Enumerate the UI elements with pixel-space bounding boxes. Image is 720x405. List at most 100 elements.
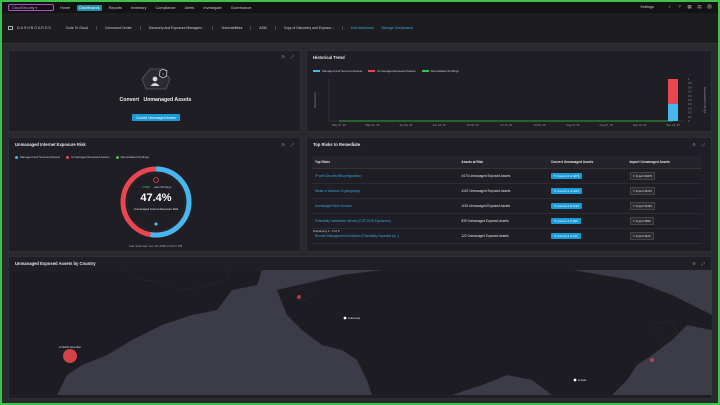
dashboard-tab[interactable]: Code To Cloud: [66, 26, 97, 30]
import-button[interactable]: ⇪ Import ▾ 1191: [629, 202, 655, 210]
import-button[interactable]: ⇪ Import ▾ 839: [629, 217, 654, 225]
legend-swatch: [421, 69, 429, 73]
y-right-tick-label: 0.5: [688, 98, 692, 102]
risk-link[interactable]: Unmanaged Web Domain: [312, 198, 459, 214]
convert-button[interactable]: ✎ Convert 4 of 839: [550, 217, 581, 225]
nav-alerts[interactable]: Alerts: [183, 5, 197, 11]
nav-compliance[interactable]: Compliance: [154, 5, 178, 11]
column-header[interactable]: Top Risks: [312, 156, 459, 169]
dashboard-bar: DASHBOARDS Code To Cloud Command Center Di…: [2, 13, 718, 44]
nav-investigate[interactable]: Investigate: [201, 5, 223, 11]
import-cell: ⇪ Import ▾ 4167: [626, 183, 702, 199]
table-header-row: Top Risks Assets at Risk Convert Unmanaged…: [312, 156, 702, 169]
dashboard-tab[interactable]: Copy of Discovery and Exposur...: [284, 26, 343, 30]
column-header[interactable]: Import Unmanaged Assets: [626, 156, 702, 169]
nav-home[interactable]: Home: [58, 5, 72, 11]
import-count: 122: [645, 234, 651, 238]
risk-percent: 47.4%: [140, 192, 172, 204]
import-button[interactable]: ⇪ Import ▾ 122: [629, 232, 654, 240]
x-tick-label: Jun 04, 25: [399, 123, 413, 127]
assets-at-risk: 122 Unmanaged Exposed Assets: [458, 228, 548, 244]
x-tick-label: Jun 18, 25: [433, 123, 447, 127]
expand-icon[interactable]: ⤢: [291, 54, 294, 59]
risk-link[interactable]: IP with Security Misconfiguration: [312, 168, 459, 184]
y-right-tick-label: 0: [688, 119, 690, 123]
panel-title: Unmanaged Exposed Assets by Country: [15, 261, 96, 266]
apps-icon[interactable]: ▦: [687, 4, 692, 9]
convert-button[interactable]: ✎ Convert 4 of 4167: [550, 187, 583, 195]
svg-text:!: !: [162, 71, 163, 76]
table-row: Unmanaged Web Domain 1191 Unmanaged Expos…: [312, 198, 702, 214]
convert-heading: Convert Unmanaged Assets: [119, 97, 192, 103]
settings-icon[interactable]: ⚙: [692, 261, 696, 266]
nav-governance[interactable]: Governance: [229, 5, 254, 11]
expand-icon[interactable]: ⤢: [291, 142, 294, 147]
risk-link[interactable]: Remote Management Interfaces (Potentiall…: [312, 228, 459, 244]
map-marker[interactable]: [297, 295, 301, 299]
map-marker-label: ● Asia: [578, 378, 587, 382]
column-header[interactable]: Convert Unmanaged Assets: [547, 156, 627, 169]
column-header[interactable]: Assets at Risk: [458, 156, 548, 169]
y-right-tick-label: 0.9: [688, 81, 692, 85]
nav-dashboards[interactable]: Dashboards: [77, 4, 102, 11]
help-icon[interactable]: ?: [677, 4, 682, 9]
last-scanned: Last Scanned: Jun 18, 2025 4:29:07 PM: [128, 244, 183, 248]
legend-item[interactable]: Managed and Secured Assets: [15, 155, 60, 159]
y-right-tick-label: 0.3: [688, 106, 692, 110]
import-label: ⇪ Import ▾: [632, 234, 646, 238]
legend-swatch: [66, 155, 70, 159]
legend-label: Managed and Secured Assets: [20, 155, 61, 159]
map-marker[interactable]: [63, 349, 77, 363]
dashboard-tab[interactable]: Command Center: [105, 26, 141, 30]
convert-cell: ✎ Convert 4 of 4473: [547, 168, 627, 184]
risk-trend: ↓ 0.0% Last 30 Days: [140, 185, 172, 189]
product-switcher[interactable]: CloudSecurity ▾: [8, 4, 54, 11]
settings-icon[interactable]: ⚙: [281, 142, 285, 147]
convert-button[interactable]: ✎ Convert 4 of 4473: [550, 172, 583, 180]
map-marker[interactable]: [573, 378, 577, 382]
x-tick-label: Aug 13, 25: [566, 123, 580, 127]
risk-link[interactable]: Potentially Vulnerable Service (CVE 2025…: [312, 213, 459, 229]
y-right-tick-label: 0.2: [688, 111, 692, 115]
map-marker[interactable]: [343, 316, 347, 320]
risk-link[interactable]: Weak or Insecure Cryptography: [312, 183, 459, 199]
legend-item[interactable]: Unmanaged Exposed Assets: [66, 155, 110, 159]
news-icon[interactable]: ▤: [697, 4, 702, 9]
bell-icon[interactable]: ♪: [667, 4, 672, 9]
bar-managed[interactable]: [668, 103, 678, 121]
top-right-tools: Settings ♪ ? ▦ ▤: [640, 4, 712, 9]
convert-cell: ✎ Convert 4 of 4167: [547, 183, 627, 199]
dashboards-title: DASHBOARDS: [8, 26, 52, 30]
nav-reports[interactable]: Reports: [107, 5, 124, 11]
settings-link[interactable]: Settings: [640, 5, 654, 9]
world-map[interactable]: ● North America ● Europe ● Asia: [12, 270, 712, 395]
import-button[interactable]: ⇪ Import ▾ 4167: [629, 187, 656, 195]
import-count: 1191: [645, 204, 652, 208]
expand-icon[interactable]: ⤢: [702, 142, 705, 147]
table-row: Remote Management Interfaces (Potentiall…: [312, 228, 702, 244]
risk-caption: Unmanaged Internet Exposure Risk: [133, 207, 179, 211]
dashboard-tab[interactable]: ASM: [259, 26, 276, 30]
map-marker[interactable]: [650, 358, 654, 362]
nav-inventory[interactable]: Inventory: [129, 5, 149, 11]
convert-button[interactable]: ✎ Convert 4 of 122: [550, 232, 581, 240]
convert-button[interactable]: ✎ Convert 4 of 1191: [550, 202, 582, 210]
user-avatar[interactable]: [707, 4, 712, 9]
dashboard-link[interactable]: Manage Dashboards: [382, 26, 413, 30]
settings-icon[interactable]: ⚙: [281, 54, 285, 59]
assets-at-risk: 1191 Unmanaged Exposed Assets: [458, 198, 548, 214]
convert-cell: ✎ Convert 4 of 122: [547, 228, 627, 244]
assets-at-risk: 4473 Unmanaged Exposed Assets: [458, 168, 548, 184]
bar-unmanaged[interactable]: [668, 79, 678, 104]
convert-unmanaged-button[interactable]: Convert Unmanaged Assets: [132, 114, 180, 121]
settings-icon[interactable]: ⚙: [692, 142, 696, 147]
dashboard-link[interactable]: Edit dashboard: [351, 26, 374, 30]
import-button[interactable]: ⇪ Import ▾ 4473: [629, 172, 656, 180]
dashboard-tab[interactable]: Vulnerabilities: [221, 26, 252, 30]
legend-item[interactable]: Remediated Findings: [115, 155, 149, 159]
convert-cell: ✎ Convert 4 of 1191: [547, 198, 627, 214]
expand-icon[interactable]: ⤢: [702, 261, 705, 266]
dashboard-tab[interactable]: Discovery and Exposure Managem...: [149, 26, 214, 30]
x-tick-label: Jul 02, 25: [467, 123, 480, 127]
risk-legend: Managed and Secured Assets Unmanaged Expo…: [15, 155, 155, 159]
